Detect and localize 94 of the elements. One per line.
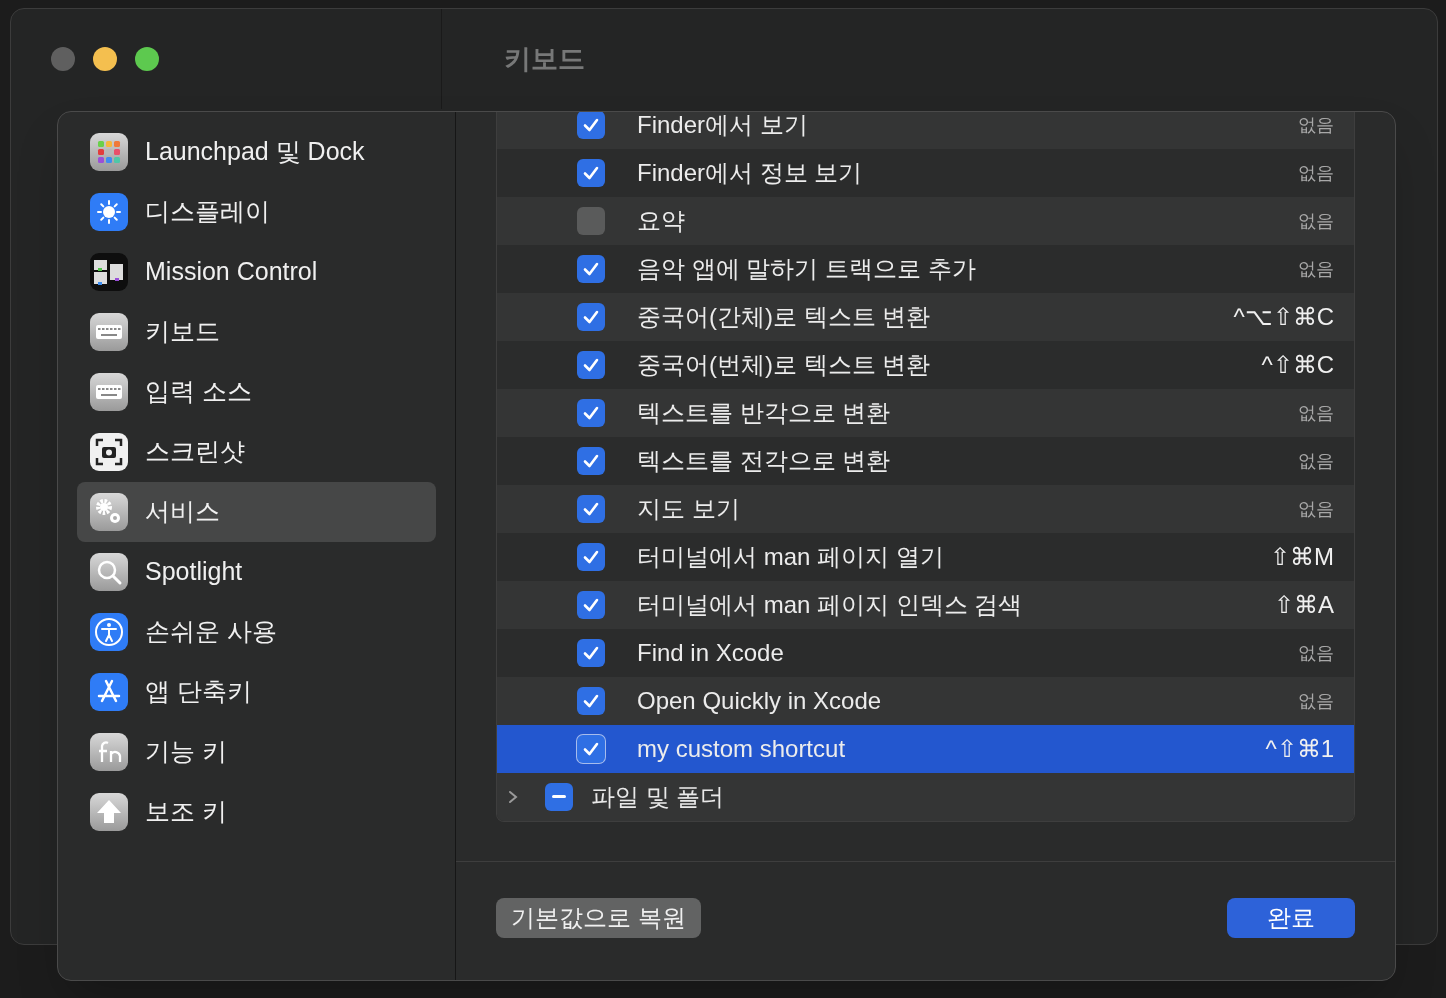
service-label: 음악 앱에 말하기 트랙으로 추가 — [637, 254, 976, 284]
app-grid-icon — [89, 132, 129, 172]
service-row[interactable]: 지도 보기 없음 — [497, 485, 1354, 533]
sun-icon — [89, 192, 129, 232]
sidebar-item[interactable]: 스크린샷 — [77, 422, 436, 482]
checkbox[interactable] — [577, 735, 605, 763]
service-label: Open Quickly in Xcode — [637, 686, 882, 716]
service-label: 지도 보기 — [637, 494, 740, 524]
service-label: Finder에서 보기 — [637, 112, 808, 140]
checkbox[interactable] — [577, 399, 605, 427]
keyboard-icon — [89, 312, 129, 352]
gears-icon — [89, 492, 129, 532]
sidebar-item[interactable]: 앱 단축키 — [77, 662, 436, 722]
sidebar-item[interactable]: 키보드 — [77, 302, 436, 362]
service-row[interactable]: my custom shortcut ^⇧⌘1 — [497, 725, 1354, 773]
checkbox[interactable] — [577, 207, 605, 235]
service-row[interactable]: 요약 없음 — [497, 197, 1354, 245]
sidebar-item[interactable]: Mission Control — [77, 242, 436, 302]
shortcut-label[interactable]: 없음 — [1298, 639, 1334, 667]
shortcut-label[interactable]: 없음 — [1298, 207, 1334, 235]
dash-icon — [552, 795, 566, 799]
service-label: 요약 — [637, 206, 685, 236]
checkbox[interactable] — [577, 159, 605, 187]
service-row[interactable]: 중국어(간체)로 텍스트 변환 ^⌥⇧⌘C — [497, 293, 1354, 341]
checkmark-icon — [583, 358, 599, 372]
sidebar-item[interactable]: 디스플레이 — [77, 182, 436, 242]
checkmark-icon — [583, 550, 599, 564]
service-row[interactable]: Open Quickly in Xcode 없음 — [497, 677, 1354, 725]
sidebar-item[interactable]: Spotlight — [77, 542, 436, 602]
shortcut-label[interactable]: 없음 — [1298, 495, 1334, 523]
shortcut-label[interactable]: 없음 — [1298, 255, 1334, 283]
shortcut-label[interactable]: ^⇧⌘1 — [1265, 731, 1334, 767]
sidebar-item[interactable]: 서비스 — [77, 482, 436, 542]
checkbox[interactable] — [577, 687, 605, 715]
service-row[interactable]: 텍스트를 반각으로 변환 없음 — [497, 389, 1354, 437]
service-label: Finder에서 정보 보기 — [637, 158, 863, 188]
checkbox[interactable] — [577, 495, 605, 523]
service-label: 중국어(번체)로 텍스트 변환 — [637, 350, 931, 380]
restore-defaults-button[interactable]: 기본값으로 복원 — [496, 898, 701, 938]
service-label: 터미널에서 man 페이지 열기 — [637, 542, 944, 572]
checkbox[interactable] — [577, 351, 605, 379]
checkmark-icon — [583, 454, 599, 468]
shortcut-label[interactable]: 없음 — [1298, 687, 1334, 715]
shortcut-label[interactable]: 없음 — [1298, 159, 1334, 187]
checkbox[interactable] — [577, 303, 605, 331]
checkbox[interactable] — [577, 255, 605, 283]
disclosure-icon[interactable] — [507, 790, 519, 804]
checkbox[interactable] — [577, 447, 605, 475]
shortcut-label[interactable]: 없음 — [1298, 447, 1334, 475]
service-label: Find in Xcode — [637, 638, 784, 668]
window-title: 키보드 — [504, 42, 585, 76]
sidebar-item[interactable]: Launchpad 및 Dock — [77, 122, 436, 182]
shortcut-label[interactable]: ^⌥⇧⌘C — [1233, 299, 1334, 335]
checkbox[interactable] — [577, 639, 605, 667]
shortcut-label[interactable]: ⇧⌘M — [1270, 539, 1334, 575]
checkmark-icon — [583, 406, 599, 420]
checkmark-icon — [583, 118, 599, 132]
checkmark-icon — [583, 310, 599, 324]
service-label: 터미널에서 man 페이지 인덱스 검색 — [637, 590, 1023, 620]
shortcut-label[interactable]: ⇧⌘A — [1274, 587, 1334, 623]
function-key-icon — [89, 732, 129, 772]
accessibility-icon — [89, 612, 129, 652]
windows-icon — [89, 252, 129, 292]
keyboard-icon — [89, 372, 129, 412]
done-button[interactable]: 완료 — [1227, 898, 1355, 938]
shortcut-label[interactable]: 없음 — [1298, 399, 1334, 427]
checkmark-icon — [583, 262, 599, 276]
checkmark-icon — [583, 694, 599, 708]
checkbox[interactable] — [577, 112, 605, 139]
app-store-icon — [89, 672, 129, 712]
checkbox[interactable] — [577, 543, 605, 571]
screenshot-icon — [89, 432, 129, 472]
checkmark-icon — [583, 166, 599, 180]
group-label: 파일 및 폴더 — [591, 782, 725, 812]
checkbox[interactable] — [577, 591, 605, 619]
service-label: 텍스트를 전각으로 변환 — [637, 446, 891, 476]
service-row[interactable]: Finder에서 보기 없음 — [497, 112, 1354, 149]
sidebar-item[interactable]: 보조 키 — [77, 782, 436, 842]
sidebar-item[interactable]: 손쉬운 사용 — [77, 602, 436, 662]
search-icon — [89, 552, 129, 592]
service-label: 텍스트를 반각으로 변환 — [637, 398, 891, 428]
service-label: my custom shortcut — [637, 734, 846, 764]
checkmark-icon — [583, 598, 599, 612]
checkmark-icon — [583, 742, 599, 756]
sidebar-item[interactable]: 기능 키 — [77, 722, 436, 782]
shortcut-label[interactable]: ^⇧⌘C — [1261, 347, 1334, 383]
shortcut-label[interactable]: 없음 — [1298, 112, 1334, 139]
checkmark-icon — [583, 646, 599, 660]
service-row[interactable]: 터미널에서 man 페이지 인덱스 검색 ⇧⌘A — [497, 581, 1354, 629]
checkmark-icon — [583, 502, 599, 516]
sidebar-item[interactable]: 입력 소스 — [77, 362, 436, 422]
service-group-row[interactable]: 파일 및 폴더 — [497, 773, 1354, 821]
service-label: 중국어(간체)로 텍스트 변환 — [637, 302, 931, 332]
checkbox[interactable] — [545, 783, 573, 811]
